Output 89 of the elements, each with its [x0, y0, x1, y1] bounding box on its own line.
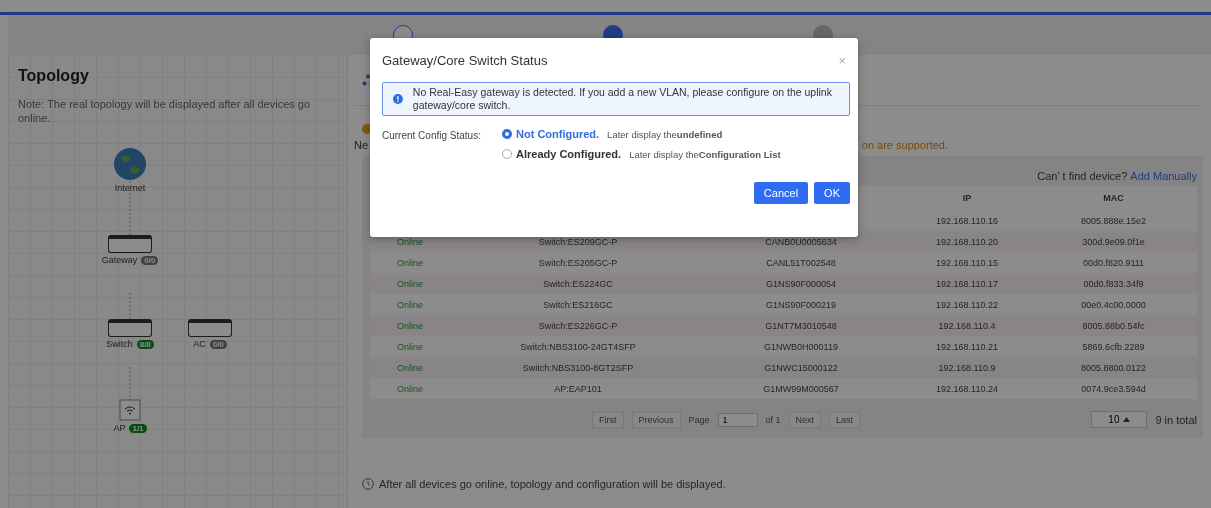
serial-cell: G1NS90F000219	[765, 299, 837, 310]
find-prompt: Can’ t find device?	[1037, 170, 1128, 182]
dialog-button[interactable]: Cancel	[753, 182, 809, 204]
ip-cell: 192.168.110.21	[936, 341, 998, 352]
total-count: 9 in total	[1155, 413, 1197, 426]
node-label: AC	[193, 339, 206, 349]
ip-cell: 192.168.110.17	[936, 278, 998, 289]
ip-cell: 192.168.110.15	[936, 257, 998, 268]
ip-cell: 192.168.110.16	[936, 215, 998, 226]
access-point-icon	[119, 399, 141, 421]
config-status-label: Current Config Status:	[382, 129, 482, 143]
model-cell: AP:EAP101	[554, 383, 602, 394]
node-label: Switch	[106, 339, 133, 349]
option-hint: Later display theundefined	[607, 128, 723, 140]
dialog-button[interactable]: OK	[814, 182, 850, 204]
clock-icon	[362, 478, 374, 490]
count-badge: 8/8	[136, 339, 154, 349]
serial-cell: G1NWC15000122	[764, 362, 838, 373]
footer-note: After all devices go online, topology and configuration will be displayed.	[379, 478, 726, 490]
status-cell: Online	[397, 237, 423, 247]
status-cell: Online	[397, 363, 423, 373]
model-cell: Switch:ES224GC	[543, 278, 613, 289]
model-cell: Switch:NBS3100-8GT2SFP	[522, 362, 634, 373]
ip-cell: 192.168.110.9	[938, 362, 996, 373]
mac-cell: 0074.9ce3.594d	[1081, 383, 1146, 394]
mac-cell: 5869.6cfb.2289	[1082, 341, 1145, 352]
serial-cell: CANL51T002548	[766, 257, 836, 268]
ip-cell: 192.168.110.24	[936, 383, 998, 394]
serial-cell: G1NT7M3010548	[765, 320, 837, 331]
ip-cell: 192.168.110.4	[938, 320, 996, 331]
serial-cell: G1NWB0H000119	[764, 341, 838, 352]
device-icon	[188, 319, 232, 337]
mac-cell: 8005.8800.0122	[1080, 362, 1147, 373]
model-cell: Switch:NBS3100-24GT4SFP	[520, 341, 636, 352]
topology-note: Note: The real topology will be displayed after all devices go online.	[18, 97, 312, 125]
model-cell: Switch:ES226GC-P	[538, 320, 618, 331]
status-cell: Online	[397, 258, 423, 268]
model-cell: Switch:ES216GC	[543, 299, 613, 310]
mac-cell: 00d0.f833.34f9	[1083, 278, 1144, 289]
network-text: Ne	[354, 139, 369, 151]
mac-cell: 00e0.4c00.0000	[1081, 299, 1146, 310]
device-icon	[108, 319, 152, 337]
column-header: MAC	[1102, 193, 1125, 203]
option-label[interactable]: Already Configured.	[516, 148, 622, 160]
page-count: of 1	[765, 414, 781, 425]
model-cell: Switch:ES209GC-P	[538, 236, 618, 247]
warning-text: on are supported.	[861, 139, 948, 151]
page-size-dropdown[interactable]: 10	[1091, 411, 1148, 428]
page-label: Page	[688, 414, 710, 425]
count-badge: 0/0	[209, 339, 227, 349]
device-icon	[108, 235, 152, 253]
mac-cell: 300d.9e09.0f1e	[1082, 236, 1145, 247]
dialog-title: Gateway/Core Switch Status	[382, 52, 548, 68]
serial-cell: G1NS90F000054	[765, 278, 837, 289]
serial-cell: G1MW99M000567	[763, 383, 839, 394]
page-input[interactable]: 1	[717, 412, 758, 427]
info-icon	[393, 93, 403, 105]
previous-page-button[interactable]: Previous	[631, 411, 681, 428]
mac-cell: 8005.888e.15e2	[1080, 215, 1147, 226]
mac-cell: 8005.88b0.54fc	[1082, 320, 1145, 331]
serial-cell: CANB0U0005634	[765, 236, 837, 247]
model-cell: Switch:ES205GC-P	[538, 257, 618, 268]
radio-button[interactable]	[502, 149, 512, 159]
status-cell: Online	[397, 279, 423, 289]
ip-cell: 192.168.110.22	[936, 299, 998, 310]
node-label: AP	[113, 423, 126, 433]
status-cell: Online	[397, 384, 423, 394]
topology-title: Topology	[18, 67, 90, 85]
node-label: Internet	[114, 183, 146, 193]
node-label: Gateway	[101, 255, 138, 265]
alert-text: No Real-Easy gateway is detected. If you add a new VLAN, please configure on the uplink gateway/core switch.	[412, 86, 833, 112]
ip-cell: 192.168.110.20	[936, 236, 998, 247]
radio-button[interactable]	[502, 129, 512, 139]
status-cell: Online	[397, 300, 423, 310]
close-button[interactable]: ×	[834, 52, 850, 68]
status-cell: Online	[397, 321, 423, 331]
count-badge: 1/1	[129, 423, 147, 433]
column-header: IP	[961, 193, 973, 203]
mac-cell: 00d0.f820.9111	[1082, 257, 1145, 268]
first-page-button[interactable]: First	[592, 411, 624, 428]
last-page-button[interactable]: Last	[829, 411, 861, 428]
caret-icon	[1123, 417, 1131, 422]
status-cell: Online	[397, 342, 423, 352]
option-hint: Later display theConfiguration List	[629, 148, 781, 160]
add-manually-link[interactable]: Add Manually	[1130, 170, 1197, 182]
globe-icon	[113, 147, 147, 181]
option-label[interactable]: Not Configured.	[516, 128, 600, 140]
count-badge: 0/0	[141, 255, 159, 265]
next-page-button[interactable]: Next	[788, 411, 822, 428]
